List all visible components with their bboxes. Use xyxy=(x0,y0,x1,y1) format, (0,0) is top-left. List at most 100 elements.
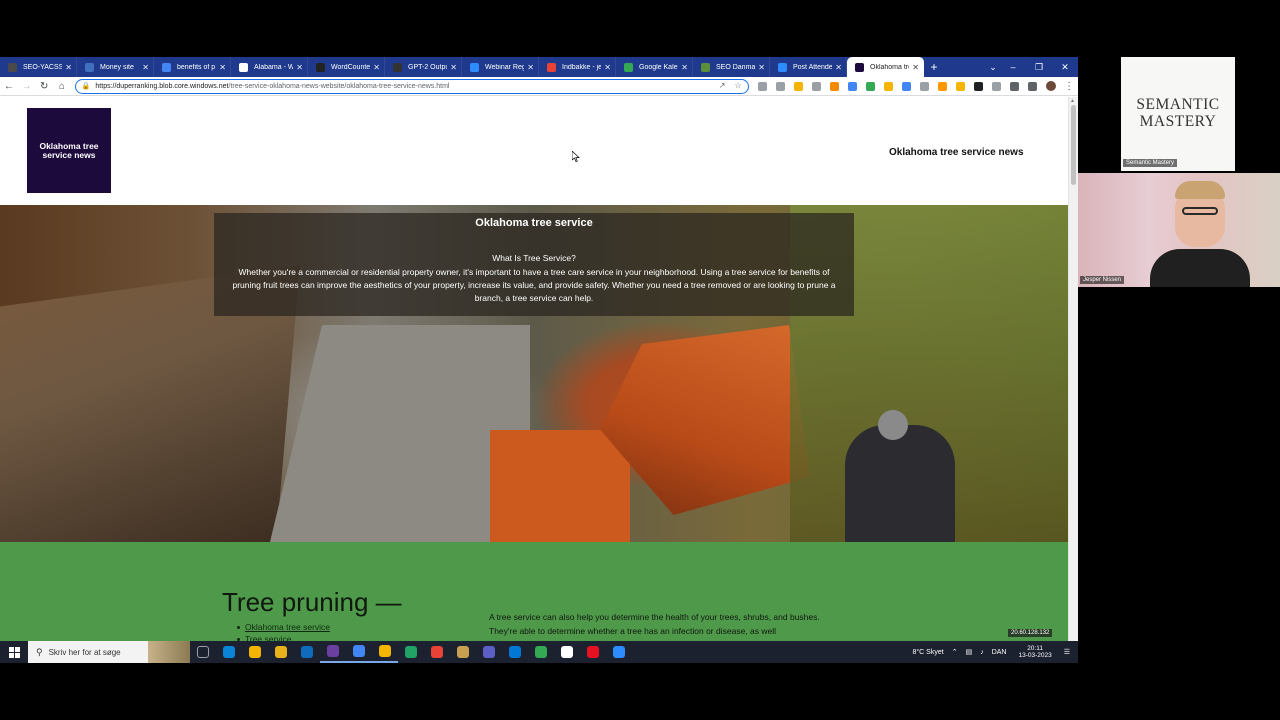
taskbar-app-icon[interactable] xyxy=(554,641,580,663)
extension-icon[interactable] xyxy=(775,81,785,91)
restore-icon[interactable]: ❐ xyxy=(1026,57,1052,77)
taskbar-app-icon[interactable] xyxy=(502,641,528,663)
extension-icon[interactable] xyxy=(847,81,857,91)
taskbar-app-icon[interactable] xyxy=(372,641,398,663)
scrollbar-thumb[interactable] xyxy=(1071,105,1076,185)
profile-avatar[interactable] xyxy=(1043,77,1061,95)
bookmark-star-icon[interactable]: ☆ xyxy=(734,81,741,90)
browser-tab[interactable]: Alabama - W ✕ xyxy=(231,57,308,77)
taskbar-search-placeholder: Skriv her for at søge xyxy=(48,647,121,657)
tab-close-icon[interactable]: ✕ xyxy=(758,63,765,72)
browser-tab[interactable]: Money site ✕ xyxy=(77,57,154,77)
app-glyph-icon xyxy=(353,645,365,657)
app-glyph-icon xyxy=(457,646,469,658)
taskbar-app-icon[interactable] xyxy=(242,641,268,663)
browser-tab[interactable]: SEO Danmar ✕ xyxy=(693,57,770,77)
taskbar-app-icon[interactable] xyxy=(528,641,554,663)
extension-icon[interactable] xyxy=(973,81,983,91)
taskbar-app-icon[interactable] xyxy=(190,641,216,663)
tab-close-icon[interactable]: ✕ xyxy=(142,63,149,72)
extension-icon[interactable] xyxy=(883,81,893,91)
taskbar-app-icon[interactable] xyxy=(294,641,320,663)
tab-favicon-icon xyxy=(855,62,864,72)
taskbar-app-icon[interactable] xyxy=(476,641,502,663)
home-button[interactable]: ⌂ xyxy=(53,77,71,95)
tray-overflow-icon[interactable]: ⌃ xyxy=(952,648,958,656)
extension-icon[interactable] xyxy=(865,81,875,91)
system-tray: 8°C Skyet ⌃ ▤ ♪ DAN 20:11 13-03-2023 ☰ xyxy=(908,641,1078,663)
participant-name: Jesper Nissen xyxy=(1080,276,1125,284)
extension-icon[interactable] xyxy=(919,81,929,91)
menu-kebab-icon[interactable]: ⋮ xyxy=(1060,77,1078,95)
taskbar-app-icon[interactable] xyxy=(450,641,476,663)
extension-icon[interactable] xyxy=(1009,81,1019,91)
back-button[interactable]: ← xyxy=(0,77,18,95)
browser-tab[interactable]: Indbakke - je ✕ xyxy=(539,57,616,77)
extension-icon[interactable] xyxy=(991,81,1001,91)
taskbar-app-icon[interactable] xyxy=(398,641,424,663)
taskbar-clock[interactable]: 20:11 13-03-2023 xyxy=(1018,645,1051,660)
taskbar-search[interactable]: ⚲ Skriv her for at søge xyxy=(28,641,190,663)
site-nav-link[interactable]: Oklahoma tree service news xyxy=(889,147,1024,158)
language-indicator[interactable]: DAN xyxy=(992,649,1007,656)
tab-close-icon[interactable]: ✕ xyxy=(835,63,842,72)
tab-favicon-icon xyxy=(8,62,17,72)
tab-favicon-icon xyxy=(547,62,556,72)
extension-icon[interactable] xyxy=(811,81,821,91)
extension-icon[interactable] xyxy=(793,81,803,91)
taskbar-app-icon[interactable] xyxy=(606,641,632,663)
hero-paragraph: Whether you're a commercial or residenti… xyxy=(232,267,836,304)
hero-photo-chipper-hood xyxy=(600,325,810,515)
browser-tab[interactable]: GPT-2 Outpu ✕ xyxy=(385,57,462,77)
extension-icon[interactable] xyxy=(829,81,839,91)
browser-tab[interactable]: Webinar Reg ✕ xyxy=(462,57,539,77)
address-bar[interactable]: 🔒 https://duperranking.blob.core.windows… xyxy=(74,78,749,94)
extension-icon[interactable] xyxy=(901,81,911,91)
browser-tab[interactable]: Oklahoma tre ✕ xyxy=(847,57,924,77)
minimize-icon[interactable]: – xyxy=(1000,57,1026,77)
tab-close-icon[interactable]: ✕ xyxy=(219,63,226,72)
tab-close-icon[interactable]: ✕ xyxy=(296,63,303,72)
start-button[interactable] xyxy=(0,641,28,663)
network-icon[interactable]: ▤ xyxy=(966,648,973,656)
forward-button[interactable]: → xyxy=(18,77,36,95)
tab-close-icon[interactable]: ✕ xyxy=(450,63,457,72)
tab-close-icon[interactable]: ✕ xyxy=(527,63,534,72)
notifications-icon[interactable]: ☰ xyxy=(1064,648,1070,656)
extension-icon[interactable] xyxy=(955,81,965,91)
browser-tab[interactable]: Post Attende ✕ xyxy=(770,57,847,77)
tab-close-icon[interactable]: ✕ xyxy=(604,63,611,72)
extension-icon[interactable] xyxy=(757,81,767,91)
taskbar-app-icon[interactable] xyxy=(580,641,606,663)
extension-icon[interactable] xyxy=(1027,81,1037,91)
tab-favicon-icon xyxy=(701,62,710,72)
page-scrollbar[interactable]: ▲ ▼ xyxy=(1068,97,1078,663)
taskbar-app-icon[interactable] xyxy=(268,641,294,663)
section-link-oklahoma-tree-service[interactable]: Oklahoma tree service xyxy=(245,622,330,632)
participant-tile-jesper-nissen: Jesper Nissen xyxy=(1078,173,1280,287)
browser-tab[interactable]: SEO-YACSS ✕ xyxy=(0,57,77,77)
browser-tab[interactable]: benefits of p ✕ xyxy=(154,57,231,77)
search-icon: ⚲ xyxy=(36,646,43,657)
section-heading: Tree pruning — xyxy=(222,587,402,617)
logo-line-2: MASTERY xyxy=(1139,113,1217,130)
tab-close-icon[interactable]: ✕ xyxy=(65,63,72,72)
reload-button[interactable]: ↻ xyxy=(35,77,53,95)
browser-tab[interactable]: Google Kalen ✕ xyxy=(616,57,693,77)
taskbar-app-icon[interactable] xyxy=(424,641,450,663)
tab-close-icon[interactable]: ✕ xyxy=(912,63,919,72)
tab-close-icon[interactable]: ✕ xyxy=(681,63,688,72)
share-icon[interactable]: ↗ xyxy=(719,81,726,90)
volume-icon[interactable]: ♪ xyxy=(980,649,984,656)
extension-icon[interactable] xyxy=(937,81,947,91)
site-logo[interactable]: Oklahoma tree service news xyxy=(27,108,111,193)
taskbar-app-icon[interactable] xyxy=(216,641,242,663)
taskbar-app-icon[interactable] xyxy=(320,641,346,663)
browser-tab[interactable]: WordCounte ✕ xyxy=(308,57,385,77)
new-tab-button[interactable]: + xyxy=(924,57,944,77)
weather-widget[interactable]: 8°C Skyet xyxy=(912,649,943,656)
close-window-icon[interactable]: ✕ xyxy=(1052,57,1078,77)
tab-close-icon[interactable]: ✕ xyxy=(373,63,380,72)
scroll-up-icon[interactable]: ▲ xyxy=(1070,98,1075,104)
taskbar-app-icon[interactable] xyxy=(346,641,372,663)
